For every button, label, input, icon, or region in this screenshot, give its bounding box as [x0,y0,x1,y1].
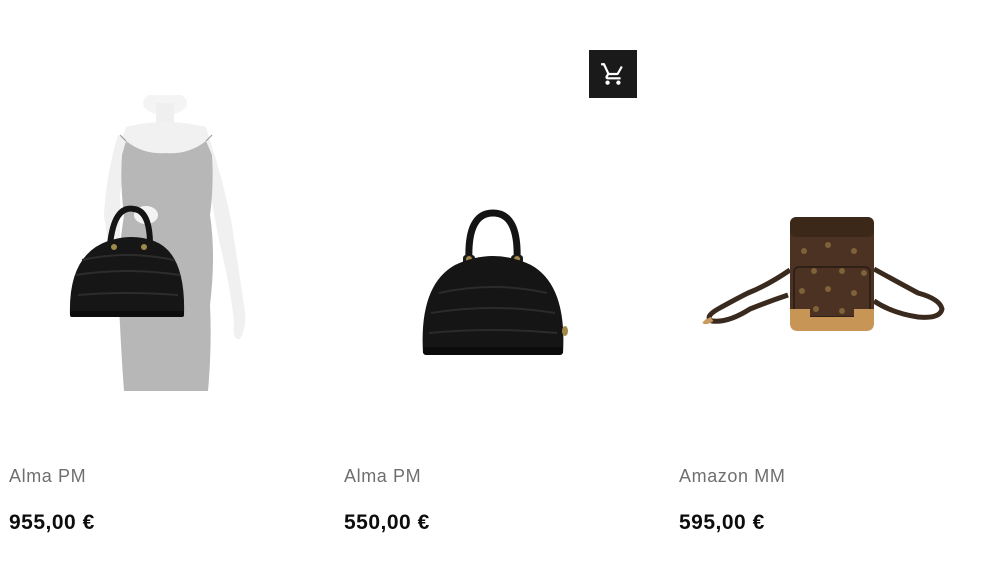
product-image[interactable] [343,95,643,395]
product-name[interactable]: Amazon MM [679,466,785,487]
product-price: 550,00 € [344,511,430,534]
product-name[interactable]: Alma PM [344,466,421,487]
shopping-cart-icon [601,63,623,85]
mannequin-handbag-image [69,95,246,391]
product-card[interactable]: Alma PM 955,00 € [8,0,318,584]
product-price: 955,00 € [9,511,95,534]
product-card[interactable]: Amazon MM 595,00 € [678,0,988,584]
product-image[interactable] [678,95,978,395]
product-name[interactable]: Alma PM [9,466,86,487]
product-price: 595,00 € [679,511,765,534]
monogram-bag-image [702,217,945,331]
product-image[interactable] [8,95,308,395]
product-grid: Alma PM 955,00 € Alma PM 550,00 € Amazon… [0,0,1000,584]
add-to-cart-button[interactable] [589,50,637,98]
black-handbag-image [422,209,568,355]
